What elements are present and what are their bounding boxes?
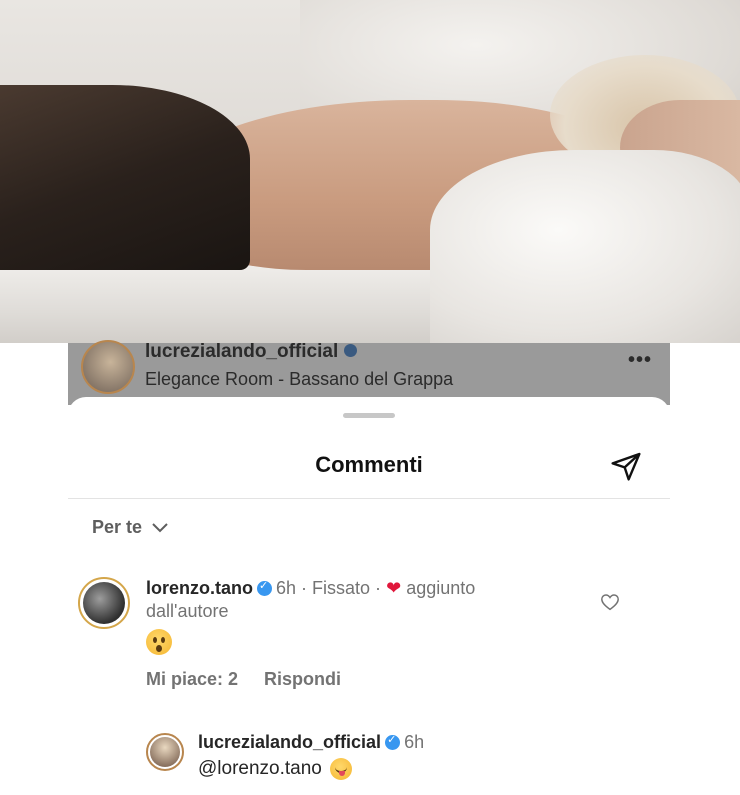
reply-header: lucrezialando_official 6h [198, 732, 424, 753]
yum-face-emoji [329, 758, 352, 780]
post-author-avatar[interactable] [81, 340, 135, 394]
divider [68, 498, 670, 499]
photo-tights [0, 85, 250, 270]
comment-sort-dropdown[interactable]: Per te [92, 517, 168, 538]
post-header: lucrezialando_official Elegance Room - B… [68, 340, 670, 405]
comment-username[interactable]: lorenzo.tano [146, 578, 253, 598]
heart-filled-icon: ❤ [386, 578, 402, 598]
post-author-username[interactable]: lucrezialando_official [145, 341, 358, 363]
comments-sheet: Commenti Per te lorenzo.tano 6h · Fissato… [68, 397, 670, 795]
verified-icon [344, 344, 358, 357]
liked-by-author-label-cont: dall'autore [146, 601, 229, 621]
post-photo [0, 0, 740, 343]
send-icon[interactable] [610, 450, 642, 482]
reply-mention[interactable]: @lorenzo.tano [198, 758, 322, 780]
reply-text-row: @lorenzo.tano [198, 758, 352, 780]
post-location[interactable]: Elegance Room - Bassano del Grappa [145, 369, 453, 390]
pinned-label: · Fissato · [301, 578, 382, 598]
more-options-icon[interactable]: ••• [628, 349, 652, 372]
sort-label: Per te [92, 517, 143, 537]
verified-icon [385, 733, 401, 750]
liked-by-author-label: aggiunto [406, 578, 476, 598]
reply-username[interactable]: lucrezialando_official [198, 732, 381, 752]
comment-actions: Mi piace: 2 Rispondi [146, 669, 341, 690]
post-username-text: lucrezialando_official [145, 341, 339, 362]
comment-avatar[interactable] [78, 577, 130, 629]
reply-avatar[interactable] [146, 733, 184, 771]
comment-header: lorenzo.tano 6h · Fissato · ❤ aggiunto [146, 578, 475, 599]
comment-time: 6h [276, 578, 297, 598]
heart-outline-icon[interactable] [600, 593, 620, 611]
verified-icon [257, 579, 272, 596]
reply-button[interactable]: Rispondi [264, 669, 341, 690]
sheet-title: Commenti [315, 452, 423, 477]
chevron-down-icon [152, 522, 168, 532]
photo-blanket [430, 150, 740, 343]
surprised-face-emoji [146, 629, 172, 655]
sheet-drag-handle[interactable] [343, 413, 395, 418]
likes-count[interactable]: Mi piace: 2 [146, 669, 238, 690]
reply-time: 6h [404, 732, 425, 752]
